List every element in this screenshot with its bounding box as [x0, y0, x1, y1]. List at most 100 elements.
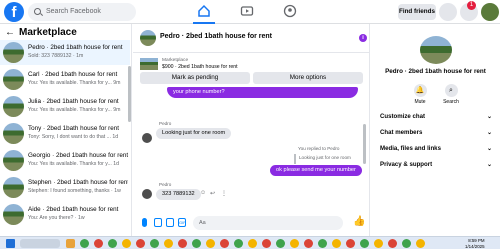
listing-thumbnail [3, 123, 24, 144]
chrome-icon[interactable] [360, 239, 369, 248]
gif-icon[interactable]: GIF [178, 218, 186, 227]
info-icon[interactable]: i [359, 34, 367, 42]
message-input[interactable]: Aa [193, 216, 343, 230]
search-input[interactable]: Search Facebook [28, 3, 136, 21]
home-icon[interactable] [197, 4, 211, 18]
chrome-icon[interactable] [318, 239, 327, 248]
chrome-icon[interactable] [164, 239, 173, 248]
file-explorer-icon[interactable] [66, 239, 75, 248]
chat-item[interactable]: Pedro · 2bed 1bath house for rent Sold: … [0, 40, 130, 65]
menu-grid-icon[interactable] [439, 3, 457, 21]
outgoing-message[interactable]: your phone number? [167, 87, 358, 98]
search-placeholder: Search Facebook [46, 8, 101, 15]
chat-item[interactable]: Julia · 2bed 1bath house for rent You: Y… [0, 94, 130, 119]
sender-avatar[interactable] [142, 133, 152, 143]
chat-item[interactable]: Georgio · 2bed 1bath house for rent You:… [0, 148, 130, 173]
chrome-icon[interactable] [94, 239, 103, 248]
chrome-icon[interactable] [234, 239, 243, 248]
outgoing-message[interactable]: ok please send me your number [270, 165, 362, 176]
conversation-title[interactable]: Pedro · 2bed 1bath house for rent [160, 33, 272, 40]
top-navigation-bar: f Search Facebook Find friends 1 [0, 0, 500, 24]
chrome-icon[interactable] [388, 239, 397, 248]
chrome-icon[interactable] [206, 239, 215, 248]
sender-avatar[interactable] [142, 189, 152, 199]
chat-name: Georgio · 2bed 1bath house for rent [28, 152, 128, 159]
incoming-message[interactable]: 323 7889132 [156, 189, 201, 200]
chrome-icon[interactable] [416, 239, 425, 248]
chat-item[interactable]: Stephen · 2bed 1bath house for rent Step… [0, 175, 130, 200]
clock-time: 8:59 PM [468, 238, 485, 243]
bell-icon: 🔔 [413, 84, 427, 97]
profile-avatar[interactable] [481, 3, 499, 21]
sender-name: Pedro [159, 182, 172, 187]
chrome-icon[interactable] [122, 239, 131, 248]
more-options-button[interactable]: More options [253, 72, 363, 84]
windows-start-icon[interactable] [6, 239, 15, 248]
photo-icon[interactable] [154, 218, 162, 227]
video-icon[interactable] [240, 4, 254, 18]
chat-name: Carl · 2bed 1bath house for rent [28, 71, 118, 78]
search-conversation-button[interactable]: ⌕ Search [436, 84, 466, 105]
listing-image[interactable] [140, 58, 158, 70]
chat-item[interactable]: Carl · 2bed 1bath house for rent You: Ye… [0, 67, 130, 92]
mute-button[interactable]: 🔔 Mute [405, 84, 435, 105]
search-label: Search [443, 99, 459, 105]
customize-chat-row[interactable]: Customize chat ⌄ [380, 112, 492, 122]
privacy-support-row[interactable]: Privacy & support ⌄ [380, 160, 492, 170]
listing-label: Marketplace [162, 58, 189, 63]
chrome-icon[interactable] [220, 239, 229, 248]
notification-badge: 1 [467, 1, 476, 10]
chat-name: Tony · 2bed 1bath house for rent [28, 125, 120, 132]
facebook-logo[interactable]: f [4, 2, 24, 22]
clock-date: 1/14/2025 [465, 243, 485, 249]
more-icon[interactable]: ⋮ [221, 190, 227, 197]
chat-name: Julia · 2bed 1bath house for rent [28, 98, 119, 105]
search-icon: ⌕ [444, 84, 458, 97]
chrome-icon[interactable] [276, 239, 285, 248]
chrome-icon[interactable] [402, 239, 411, 248]
listing-thumbnail [3, 42, 24, 63]
taskbar-search-icon[interactable] [20, 239, 60, 248]
chrome-icon[interactable] [150, 239, 159, 248]
listing-price[interactable]: $900 · 2bed 1bath house for rent [162, 64, 238, 70]
chrome-icon[interactable] [248, 239, 257, 248]
reply-icon[interactable]: ↩ [210, 190, 215, 197]
chrome-icon[interactable] [346, 239, 355, 248]
windows-taskbar: 8:59 PM 1/14/2025 [0, 236, 500, 249]
system-clock[interactable]: 8:59 PM 1/14/2025 [465, 238, 485, 249]
chat-item[interactable]: Tony · 2bed 1bath house for rent Tony: S… [0, 121, 130, 146]
details-thumbnail[interactable] [420, 36, 452, 64]
chrome-icon[interactable] [262, 239, 271, 248]
chat-members-row[interactable]: Chat members ⌄ [380, 128, 492, 138]
chrome-icon[interactable] [304, 239, 313, 248]
react-icon[interactable]: ☺ [200, 190, 206, 196]
conversation-scrollbar[interactable] [363, 124, 366, 164]
sender-name: Pedro [159, 121, 172, 126]
chrome-icon[interactable] [136, 239, 145, 248]
groups-icon[interactable] [283, 4, 297, 18]
message-composer: GIF Aa 👍 [133, 212, 370, 234]
media-files-links-row[interactable]: Media, files and links ⌄ [380, 144, 492, 154]
find-friends-button[interactable]: Find friends [398, 4, 436, 20]
conversation-panel: Pedro · 2bed 1bath house for rent i Mark… [133, 24, 370, 236]
message-text: Looking just for one room [162, 130, 226, 136]
back-arrow-icon[interactable]: ← [5, 26, 15, 40]
chrome-icon[interactable] [80, 239, 89, 248]
like-icon[interactable]: 👍 [353, 216, 365, 227]
microphone-icon[interactable] [142, 218, 147, 227]
sticker-icon[interactable] [166, 218, 174, 227]
row-label: Media, files and links [380, 145, 441, 152]
chat-name: Aide · 2bed 1bath house for rent [28, 206, 119, 213]
incoming-message[interactable]: Looking just for one room [156, 128, 232, 139]
chrome-icon[interactable] [374, 239, 383, 248]
chat-item[interactable]: Aide · 2bed 1bath house for rent You: Ar… [0, 202, 130, 227]
chrome-icon[interactable] [290, 239, 299, 248]
mark-as-pending-button[interactable]: Mark as pending [140, 72, 250, 84]
chrome-icon[interactable] [332, 239, 341, 248]
header-divider [133, 52, 370, 53]
chrome-icon[interactable] [178, 239, 187, 248]
sidebar-scrollbar[interactable] [128, 66, 131, 122]
chrome-icon[interactable] [108, 239, 117, 248]
chat-preview: Stephen: I found something, thanks · 1w [28, 188, 121, 194]
chrome-icon[interactable] [192, 239, 201, 248]
